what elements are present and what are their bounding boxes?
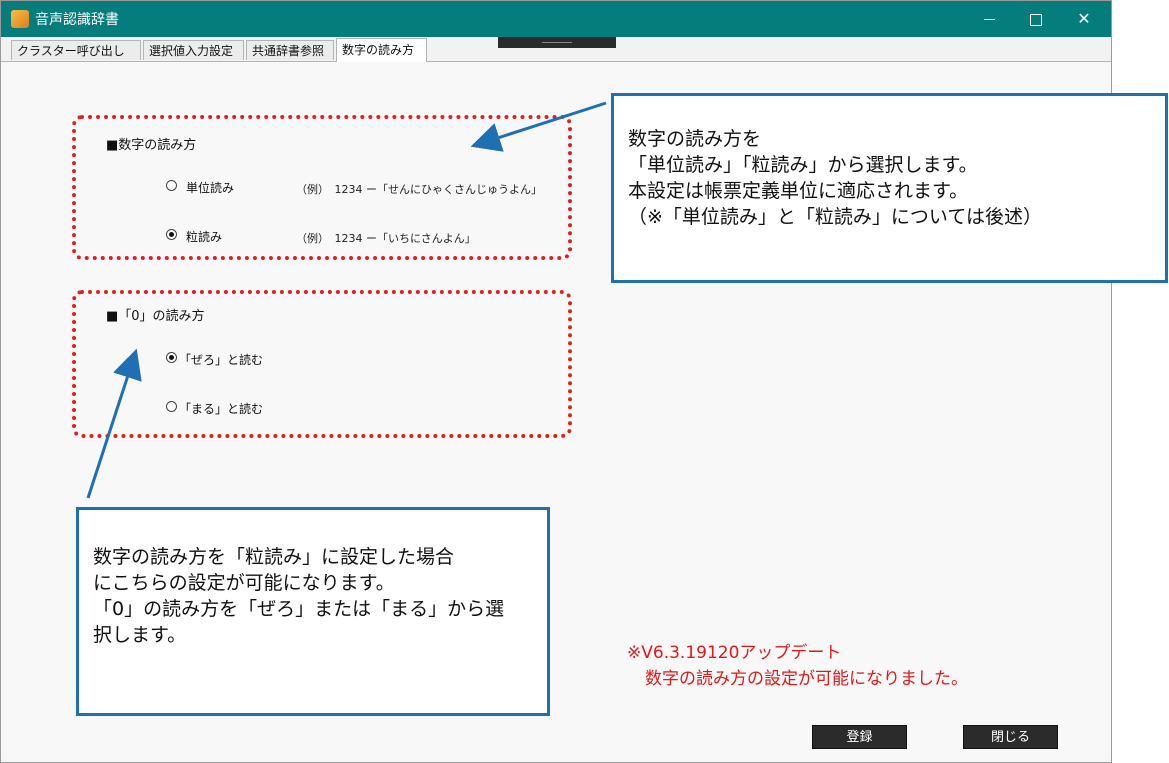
update-note-detail: 数字の読み方の設定が可能になりました。 — [645, 669, 968, 689]
callout-line: 択します。 — [93, 624, 187, 646]
callout-line: 数字の読み方を — [628, 128, 762, 150]
unit-reading-example: （例） 1234 ー「せんにひゃくさんじゅうよん」 — [296, 183, 542, 196]
radio-label: 「ぜろ」と読む — [179, 353, 264, 367]
drag-handle[interactable] — [498, 37, 616, 48]
register-button[interactable]: 登録 — [812, 725, 907, 749]
callout-line: 「0」の読み方を「ぜろ」または「まる」から選 — [93, 598, 505, 620]
radio-label: 粒読み — [186, 230, 223, 244]
tab-cluster-call[interactable]: クラスター呼び出し設定 — [11, 40, 141, 78]
close-button[interactable]: 閉じる — [963, 725, 1058, 749]
title-bar[interactable]: 音声認識辞書 ✕ — [1, 1, 1111, 37]
digit-reading-example: （例） 1234 ー「いちにさんよん」 — [296, 232, 476, 245]
radio-zero-maru[interactable]: 「まる」と読む — [166, 400, 366, 416]
maximize-icon — [1030, 13, 1042, 26]
zero-reading-heading: ■「0」の読み方 — [106, 309, 205, 324]
callout-line: 数字の読み方を「粒読み」に設定した場合 — [93, 546, 455, 568]
update-note-version: ※V6.3.19120アップデート — [627, 643, 842, 663]
callout-line: にこちらの設定が可能になります。 — [93, 572, 395, 594]
minimize-button[interactable] — [966, 1, 1012, 37]
close-icon: ✕ — [1077, 9, 1091, 28]
radio-button[interactable] — [166, 229, 177, 240]
number-reading-heading: ■数字の読み方 — [106, 138, 197, 153]
radio-zero-zero[interactable]: 「ぜろ」と読む — [166, 351, 366, 367]
radio-button[interactable] — [166, 352, 177, 363]
callout-number-reading: 数字の読み方を 「単位読み」「粒読み」から選択します。 本設定は帳票定義単位に適… — [611, 93, 1168, 283]
maximize-button[interactable] — [1013, 1, 1059, 37]
window-title: 音声認識辞書 — [35, 12, 119, 28]
minimize-icon — [983, 19, 995, 20]
app-icon — [11, 10, 29, 28]
radio-button[interactable] — [166, 180, 177, 191]
close-window-button[interactable]: ✕ — [1061, 1, 1107, 37]
callout-line: （※「単位読み」と「粒読み」については後述） — [628, 206, 1042, 228]
callout-line: 本設定は帳票定義単位に適応されます。 — [628, 180, 969, 202]
tab-number-reading[interactable]: 数字の読み方 — [336, 38, 427, 62]
callout-zero-reading: 数字の読み方を「粒読み」に設定した場合 にこちらの設定が可能になります。 「0」… — [76, 507, 550, 716]
radio-label: 単位読み — [186, 181, 235, 195]
grip-icon — [542, 42, 572, 43]
radio-label: 「まる」と読む — [179, 402, 264, 416]
update-note: ※V6.3.19120アップデート 数字の読み方の設定が可能になりました。 — [627, 640, 968, 692]
tab-selection-input[interactable]: 選択値入力設定 — [143, 40, 244, 60]
tab-common-dictionary[interactable]: 共通辞書参照 — [246, 40, 334, 60]
callout-line: 「単位読み」「粒読み」から選択します。 — [628, 154, 978, 176]
radio-button[interactable] — [166, 401, 177, 412]
